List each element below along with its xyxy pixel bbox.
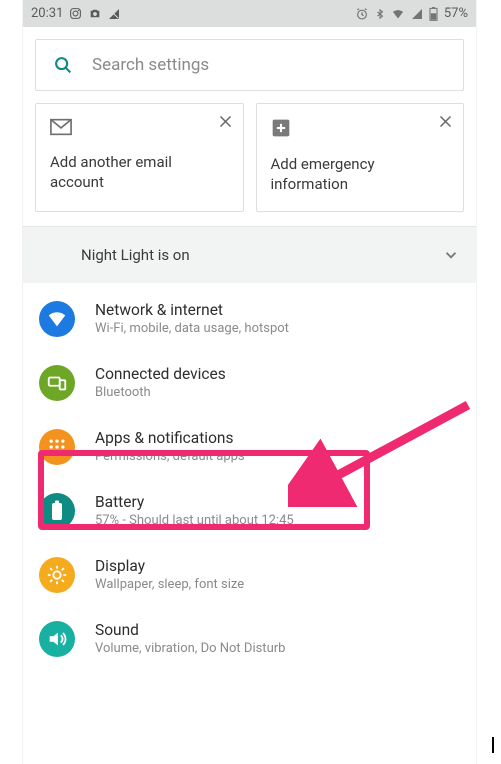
signal-slash-icon: [108, 8, 120, 20]
search-placeholder: Search settings: [92, 55, 209, 75]
apps-grid-icon: [39, 429, 75, 465]
alarm-icon: [355, 7, 369, 21]
row-connected-devices[interactable]: Connected devices Bluetooth: [23, 351, 476, 415]
row-title: Apps & notifications: [95, 429, 245, 447]
page-edge: [492, 737, 494, 753]
row-subtitle: Bluetooth: [95, 385, 226, 400]
wifi-icon: [391, 8, 405, 20]
battery-circle-icon: [39, 493, 75, 529]
brightness-icon: [39, 557, 75, 593]
row-subtitle: Volume, vibration, Do Not Disturb: [95, 641, 285, 656]
card-add-emergency[interactable]: Add emergency information: [256, 103, 465, 212]
row-network-internet[interactable]: Network & internet Wi-Fi, mobile, data u…: [23, 287, 476, 351]
row-sound[interactable]: Sound Volume, vibration, Do Not Disturb: [23, 607, 476, 671]
row-subtitle: Permissions, default apps: [95, 449, 245, 464]
row-battery[interactable]: Battery 57% - Should last until about 12…: [23, 479, 476, 543]
banner-label: Night Light is on: [81, 246, 190, 264]
wifi-circle-icon: [39, 301, 75, 337]
status-battery-pct: 57%: [444, 6, 468, 21]
gmail-icon: [50, 118, 229, 136]
phone-frame: 20:31: [23, 0, 476, 764]
close-icon[interactable]: [438, 114, 453, 129]
card-title: Add emergency information: [271, 154, 450, 195]
cell-signal-icon: [411, 8, 423, 20]
row-title: Display: [95, 557, 244, 575]
row-subtitle: Wi-Fi, mobile, data usage, hotspot: [95, 321, 289, 336]
row-title: Battery: [95, 493, 294, 511]
instagram-icon: [69, 7, 82, 20]
card-title: Add another email account: [50, 152, 229, 193]
night-light-banner[interactable]: Night Light is on: [23, 227, 476, 283]
row-display[interactable]: Display Wallpaper, sleep, font size: [23, 543, 476, 607]
moon-icon: [39, 245, 59, 265]
row-title: Network & internet: [95, 301, 289, 319]
bluetooth-icon: [375, 7, 385, 21]
close-icon[interactable]: [218, 114, 233, 129]
card-add-email[interactable]: Add another email account: [35, 103, 244, 212]
row-subtitle: 57% - Should last until about 12:45: [95, 513, 294, 528]
search-bar[interactable]: Search settings: [35, 39, 464, 91]
row-title: Connected devices: [95, 365, 226, 383]
devices-icon: [39, 365, 75, 401]
plus-box-icon: [271, 118, 450, 138]
camera-icon: [88, 7, 102, 20]
volume-icon: [39, 621, 75, 657]
row-title: Sound: [95, 621, 285, 639]
search-icon: [52, 54, 74, 76]
row-apps-notifications[interactable]: Apps & notifications Permissions, defaul…: [23, 415, 476, 479]
suggestion-cards: Add another email account Add emergency …: [35, 103, 464, 212]
row-subtitle: Wallpaper, sleep, font size: [95, 577, 244, 592]
status-bar: 20:31: [23, 0, 476, 27]
settings-list: Network & internet Wi-Fi, mobile, data u…: [23, 287, 476, 671]
battery-icon: [429, 7, 438, 21]
chevron-down-icon[interactable]: [442, 246, 460, 264]
status-time: 20:31: [31, 6, 63, 21]
